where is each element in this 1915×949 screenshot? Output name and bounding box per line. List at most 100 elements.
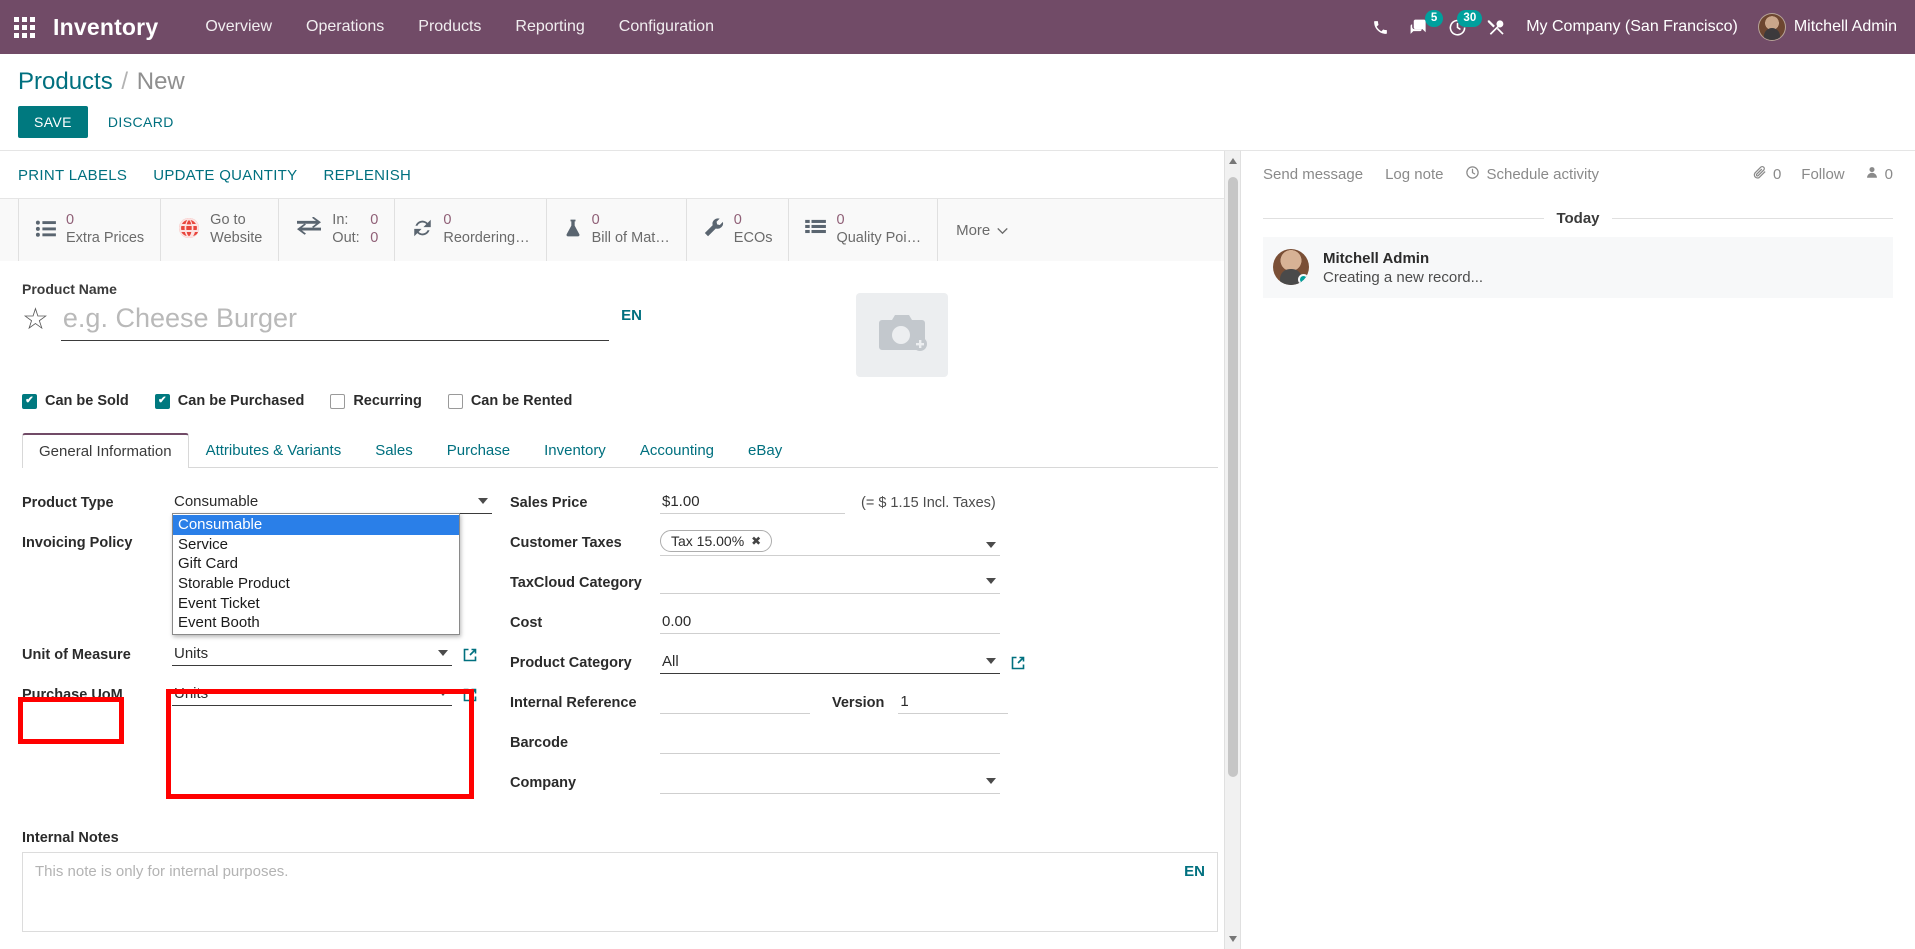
smart-button-label2: Website	[210, 230, 263, 246]
product-category-value[interactable]	[660, 651, 1000, 674]
company-input[interactable]	[660, 771, 1000, 794]
purchase-uom-value-wrap[interactable]: Units	[172, 683, 452, 706]
internal-notes-box[interactable]: This note is only for internal purposes.…	[22, 852, 1218, 932]
tab-ebay[interactable]: eBay	[731, 433, 799, 468]
send-message-button[interactable]: Send message	[1263, 166, 1363, 183]
favorite-star-icon[interactable]: ☆	[22, 305, 49, 335]
follow-button[interactable]: Follow	[1801, 166, 1844, 183]
checkbox-recurring[interactable]: Recurring	[330, 393, 422, 409]
checkbox-can-be-purchased[interactable]: Can be Purchased	[154, 393, 305, 409]
internal-link-icon[interactable]	[462, 687, 478, 703]
form-scrollbar[interactable]	[1224, 151, 1240, 949]
option-event-booth[interactable]: Event Booth	[173, 613, 459, 633]
navbar-right: 5 30 My Company (San Francisco) Mitchell…	[1372, 9, 1901, 41]
option-consumable[interactable]: Consumable	[173, 515, 459, 535]
remove-tag-icon[interactable]: ✖	[751, 534, 761, 548]
scrollbar-thumb[interactable]	[1228, 177, 1238, 777]
user-menu[interactable]: Mitchell Admin	[1757, 13, 1897, 41]
translate-language-tag[interactable]: EN	[621, 307, 642, 334]
checkbox-can-be-sold[interactable]: Can be Sold	[22, 393, 129, 409]
tab-sales[interactable]: Sales	[358, 433, 430, 468]
company-selector[interactable]: My Company (San Francisco)	[1526, 18, 1738, 36]
barcode-input[interactable]	[660, 731, 1000, 754]
internal-link-icon[interactable]	[462, 647, 478, 663]
apps-menu-icon[interactable]	[14, 16, 35, 38]
internal-link-icon[interactable]	[1010, 655, 1026, 671]
day-separator: Today	[1263, 210, 1893, 227]
smart-button-bill-of-materials[interactable]: 0 Bill of Mat…	[547, 199, 687, 261]
phone-icon[interactable]	[1372, 19, 1389, 36]
app-title[interactable]: Inventory	[53, 14, 158, 41]
sales-price-input[interactable]	[660, 491, 845, 514]
smart-button-quality-points[interactable]: 0 Quality Poi…	[789, 199, 939, 261]
option-service[interactable]: Service	[173, 535, 459, 555]
field-cost: Cost	[510, 608, 1218, 637]
followers-counter[interactable]: 0	[1865, 165, 1893, 184]
option-gift-card[interactable]: Gift Card	[173, 554, 459, 574]
smart-button-in-out[interactable]: In: 0 Out: 0	[279, 199, 396, 261]
product-type-dropdown-list[interactable]: Consumable Service Gift Card Storable Pr…	[172, 513, 460, 636]
cost-input[interactable]	[660, 611, 1000, 634]
form-view: PRINT LABELS UPDATE QUANTITY REPLENISH 0…	[0, 150, 1240, 949]
breadcrumb-root[interactable]: Products	[18, 68, 113, 95]
smart-button-go-to-website[interactable]: Go to Website	[161, 199, 280, 261]
option-storable-product[interactable]: Storable Product	[173, 574, 459, 594]
internal-reference-input[interactable]	[660, 691, 810, 714]
breadcrumb-current: New	[136, 68, 185, 95]
schedule-activity-button[interactable]: Schedule activity	[1465, 165, 1599, 184]
tab-inventory[interactable]: Inventory	[527, 433, 623, 468]
smart-button-more[interactable]: More	[938, 199, 1026, 261]
taxcloud-category-value[interactable]	[660, 571, 1000, 594]
purchase-uom-select[interactable]: Units	[172, 683, 452, 706]
messages-icon[interactable]: 5	[1409, 9, 1444, 37]
menu-configuration[interactable]: Configuration	[602, 12, 731, 42]
checkbox-box[interactable]	[154, 393, 170, 409]
attachments-counter[interactable]: 0	[1752, 165, 1781, 184]
product-category-input[interactable]	[660, 651, 1000, 674]
scroll-down-icon[interactable]	[1229, 936, 1237, 942]
company-value[interactable]	[660, 771, 1000, 794]
checkbox-box[interactable]	[22, 393, 37, 409]
checkbox-box[interactable]	[330, 393, 346, 409]
menu-operations[interactable]: Operations	[289, 12, 401, 42]
print-labels-button[interactable]: PRINT LABELS	[18, 163, 141, 188]
scroll-up-icon[interactable]	[1229, 158, 1237, 164]
unit-of-measure-value-wrap[interactable]: Units	[172, 643, 452, 666]
activities-icon[interactable]: 30	[1448, 9, 1483, 37]
menu-products[interactable]: Products	[401, 12, 498, 42]
tab-purchase[interactable]: Purchase	[430, 433, 527, 468]
product-type-select-wrapper[interactable]: Consumable Consumable Service Gift Card …	[172, 491, 492, 636]
option-event-ticket[interactable]: Event Ticket	[173, 594, 459, 614]
product-name-input[interactable]	[60, 299, 610, 341]
menu-reporting[interactable]: Reporting	[498, 12, 601, 42]
tab-accounting[interactable]: Accounting	[623, 433, 731, 468]
customer-taxes-value[interactable]: Tax 15.00% ✖	[660, 529, 1000, 556]
checkbox-box[interactable]	[447, 393, 463, 409]
barcode-value[interactable]	[660, 731, 1000, 754]
smart-button-extra-prices[interactable]: 0 Extra Prices	[18, 199, 162, 261]
discard-button[interactable]: DISCARD	[96, 106, 186, 138]
menu-overview[interactable]: Overview	[188, 12, 289, 42]
smart-button-ecos[interactable]: 0 ECOs	[687, 199, 790, 261]
notes-language-tag[interactable]: EN	[1184, 863, 1205, 880]
tab-general-information[interactable]: General Information	[22, 433, 189, 468]
smart-button-reordering-rules[interactable]: 0 Reordering…	[395, 199, 547, 261]
product-type-select[interactable]: Consumable	[172, 491, 492, 514]
taxcloud-category-input[interactable]	[660, 571, 1000, 594]
cost-value[interactable]	[660, 611, 1000, 634]
unit-of-measure-select[interactable]: Units	[172, 643, 452, 666]
tax-tag[interactable]: Tax 15.00% ✖	[660, 529, 773, 552]
product-image-upload[interactable]	[856, 293, 948, 377]
tab-attributes-variants[interactable]: Attributes & Variants	[189, 433, 359, 468]
replenish-button[interactable]: REPLENISH	[323, 163, 425, 188]
checkbox-label: Can be Purchased	[177, 393, 305, 409]
checkbox-label: Can be Sold	[45, 393, 129, 409]
record-actions: SAVE DISCARD	[0, 96, 1915, 150]
smart-button-value: 0	[591, 212, 600, 229]
save-button[interactable]: SAVE	[18, 106, 88, 138]
version-input[interactable]	[898, 691, 1009, 714]
checkbox-can-be-rented[interactable]: Can be Rented	[447, 393, 572, 409]
log-note-button[interactable]: Log note	[1385, 166, 1443, 183]
update-quantity-button[interactable]: UPDATE QUANTITY	[153, 163, 311, 188]
tools-icon[interactable]	[1487, 18, 1506, 37]
